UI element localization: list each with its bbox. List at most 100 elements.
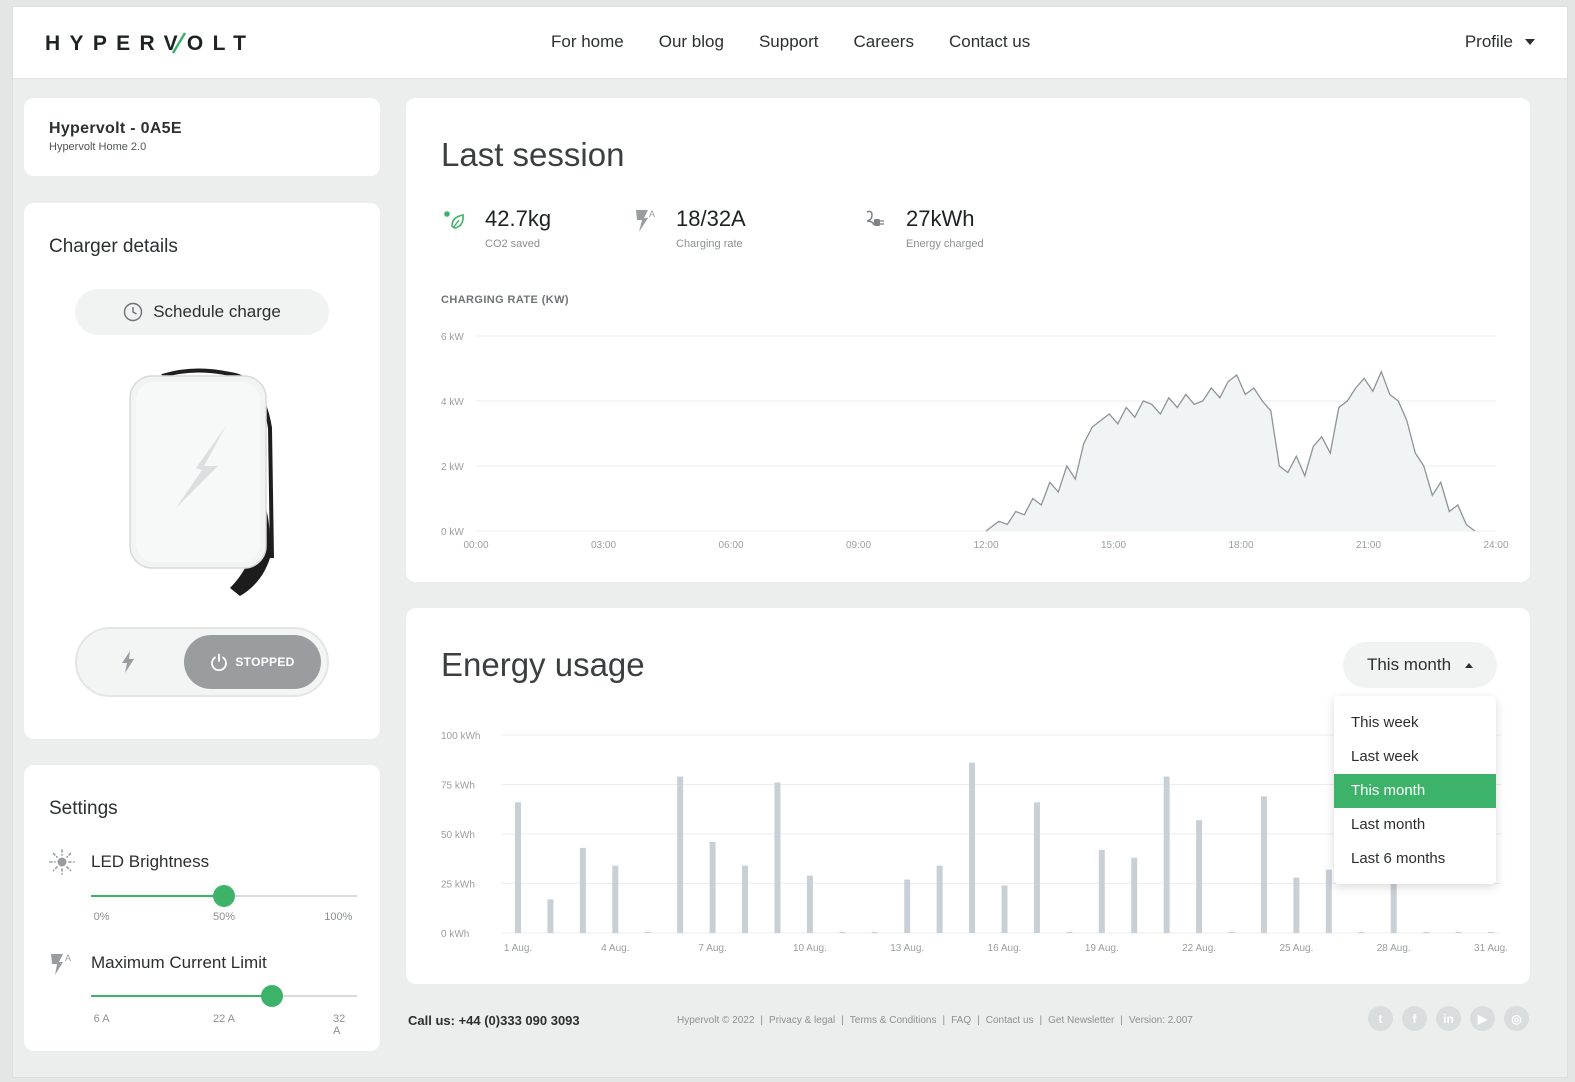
main-nav: For home Our blog Support Careers Contac… (551, 32, 1065, 52)
current-tick-max: 32 A (333, 1013, 346, 1037)
rate-x-tick-label: 18:00 (1228, 540, 1253, 551)
top-navigation-bar: HYPERVOLT For home Our blog Support Care… (13, 7, 1567, 79)
instagram-icon[interactable]: ◎ (1504, 1006, 1529, 1031)
range-option-last-week[interactable]: Last week (1334, 740, 1496, 774)
energy-bar (1163, 776, 1170, 933)
energy-x-tick-label: 4 Aug. (601, 943, 629, 954)
led-brightness-label: LED Brightness (91, 852, 210, 871)
range-option-last-6-months[interactable]: Last 6 months (1334, 842, 1496, 876)
energy-y-tick-label: 100 kWh (441, 731, 480, 742)
footer-link-contact[interactable]: Contact us (986, 1015, 1034, 1026)
energy-bar (1228, 932, 1235, 933)
range-select-button[interactable]: This month (1343, 642, 1497, 688)
energy-bar (1131, 857, 1138, 933)
energy-x-tick-label: 25 Aug. (1279, 943, 1313, 954)
charging-rate-icon: A (636, 209, 655, 232)
energy-bar (871, 932, 878, 933)
hypervolt-logo[interactable]: HYPERVOLT (45, 29, 255, 57)
rate-x-tick-label: 24:00 (1483, 540, 1508, 551)
footer-link-faq[interactable]: FAQ (951, 1015, 971, 1026)
range-select-label: This month (1366, 655, 1452, 674)
profile-menu[interactable]: Profile (1465, 32, 1535, 52)
energy-bar (774, 782, 781, 933)
energy-y-tick-label: 75 kWh (441, 781, 475, 792)
energy-x-tick-label: 1 Aug. (504, 943, 532, 954)
youtube-icon[interactable]: ▶ (1470, 1006, 1495, 1031)
energy-usage-title: Energy usage (441, 646, 645, 683)
device-model: Hypervolt Home 2.0 (49, 141, 147, 153)
energy-x-tick-label: 13 Aug. (890, 943, 924, 954)
energy-x-tick-label: 7 Aug. (698, 943, 726, 954)
clock-icon (124, 302, 143, 322)
twitter-icon[interactable]: t (1368, 1006, 1393, 1031)
energy-bar (644, 932, 651, 933)
leaf-co2-icon (444, 211, 464, 229)
power-icon (211, 653, 228, 671)
rate-x-tick-label: 12:00 (973, 540, 998, 551)
max-current-fill (91, 995, 272, 997)
energy-bar (806, 875, 813, 933)
energy-bar (1066, 932, 1073, 933)
energy-x-tick-label: 31 Aug. (1474, 943, 1508, 954)
footer-link-newsletter[interactable]: Get Newsletter (1048, 1015, 1114, 1026)
charger-details-title: Charger details (49, 236, 178, 257)
current-tick-mid: 22 A (212, 1013, 236, 1025)
chevron-down-icon (1525, 39, 1535, 45)
profile-label: Profile (1464, 32, 1513, 51)
footer-call-us[interactable]: Call us: +44 (0)333 090 3093 (408, 1013, 580, 1028)
nav-careers[interactable]: Careers (854, 32, 914, 52)
energy-bar (1033, 802, 1040, 933)
energy-x-tick-label: 16 Aug. (988, 943, 1022, 954)
last-session-title: Last session (441, 136, 625, 173)
max-current-knob[interactable] (260, 985, 283, 1007)
footer-link-terms[interactable]: Terms & Conditions (850, 1015, 937, 1026)
device-name: Hypervolt - 0A5E (49, 120, 182, 137)
energy-bar (515, 802, 521, 933)
chevron-up-icon (1465, 662, 1474, 668)
nav-our-blog[interactable]: Our blog (659, 32, 724, 52)
led-tick-max: 100% (324, 911, 353, 923)
rate-y-tick-label: 0 kW (441, 527, 464, 538)
facebook-icon[interactable]: f (1402, 1006, 1427, 1031)
energy-bar (969, 762, 976, 933)
rate-area-fill (986, 371, 1475, 531)
energy-bar (1260, 796, 1267, 933)
energy-bar (1325, 869, 1332, 933)
linkedin-icon[interactable]: in (1436, 1006, 1461, 1031)
nav-contact-us[interactable]: Contact us (949, 32, 1030, 52)
rate-y-tick-label: 2 kW (441, 462, 464, 473)
max-current-slider[interactable] (91, 985, 357, 1007)
last-session-card: Last session 42.7kg CO2 saved A 18/32A C… (406, 98, 1530, 582)
energy-bar (709, 841, 716, 933)
nav-support[interactable]: Support (759, 32, 819, 52)
led-brightness-knob[interactable] (213, 885, 235, 907)
settings-card: Settings LED Brightness 0% 50% 100% A Ma… (24, 765, 380, 1051)
energy-bar (1098, 849, 1105, 933)
energy-bar (677, 776, 684, 933)
co2-label: CO2 saved (485, 238, 541, 250)
led-brightness-slider[interactable] (91, 885, 357, 907)
energy-bar (1423, 932, 1430, 933)
svg-text:A: A (649, 209, 655, 219)
lightning-icon (122, 651, 134, 673)
schedule-charge-button[interactable]: Schedule charge (75, 289, 329, 335)
rate-x-tick-label: 21:00 (1356, 540, 1381, 551)
energy-bar (1196, 820, 1203, 933)
range-option-last-month[interactable]: Last month (1334, 808, 1496, 842)
rate-x-tick-label: 15:00 (1101, 540, 1126, 551)
nav-for-home[interactable]: For home (551, 32, 624, 52)
brightness-icon (49, 849, 75, 875)
rate-x-tick-label: 03:00 (591, 540, 616, 551)
charging-toggle[interactable]: STOPPED (75, 627, 329, 697)
co2-value: 42.7kg (485, 206, 552, 231)
device-card[interactable]: Hypervolt - 0A5E Hypervolt Home 2.0 (24, 98, 380, 176)
stopped-status-button[interactable]: STOPPED (184, 635, 321, 689)
energy-bar (839, 932, 846, 933)
range-option-this-month[interactable]: This month (1334, 774, 1496, 808)
charger-device-image (129, 368, 274, 596)
schedule-charge-label: Schedule charge (153, 302, 281, 321)
svg-text:A: A (65, 953, 71, 963)
footer-link-privacy[interactable]: Privacy & legal (769, 1015, 835, 1026)
range-option-this-week[interactable]: This week (1334, 706, 1496, 740)
current-tick-min: 6 A (93, 1013, 110, 1025)
